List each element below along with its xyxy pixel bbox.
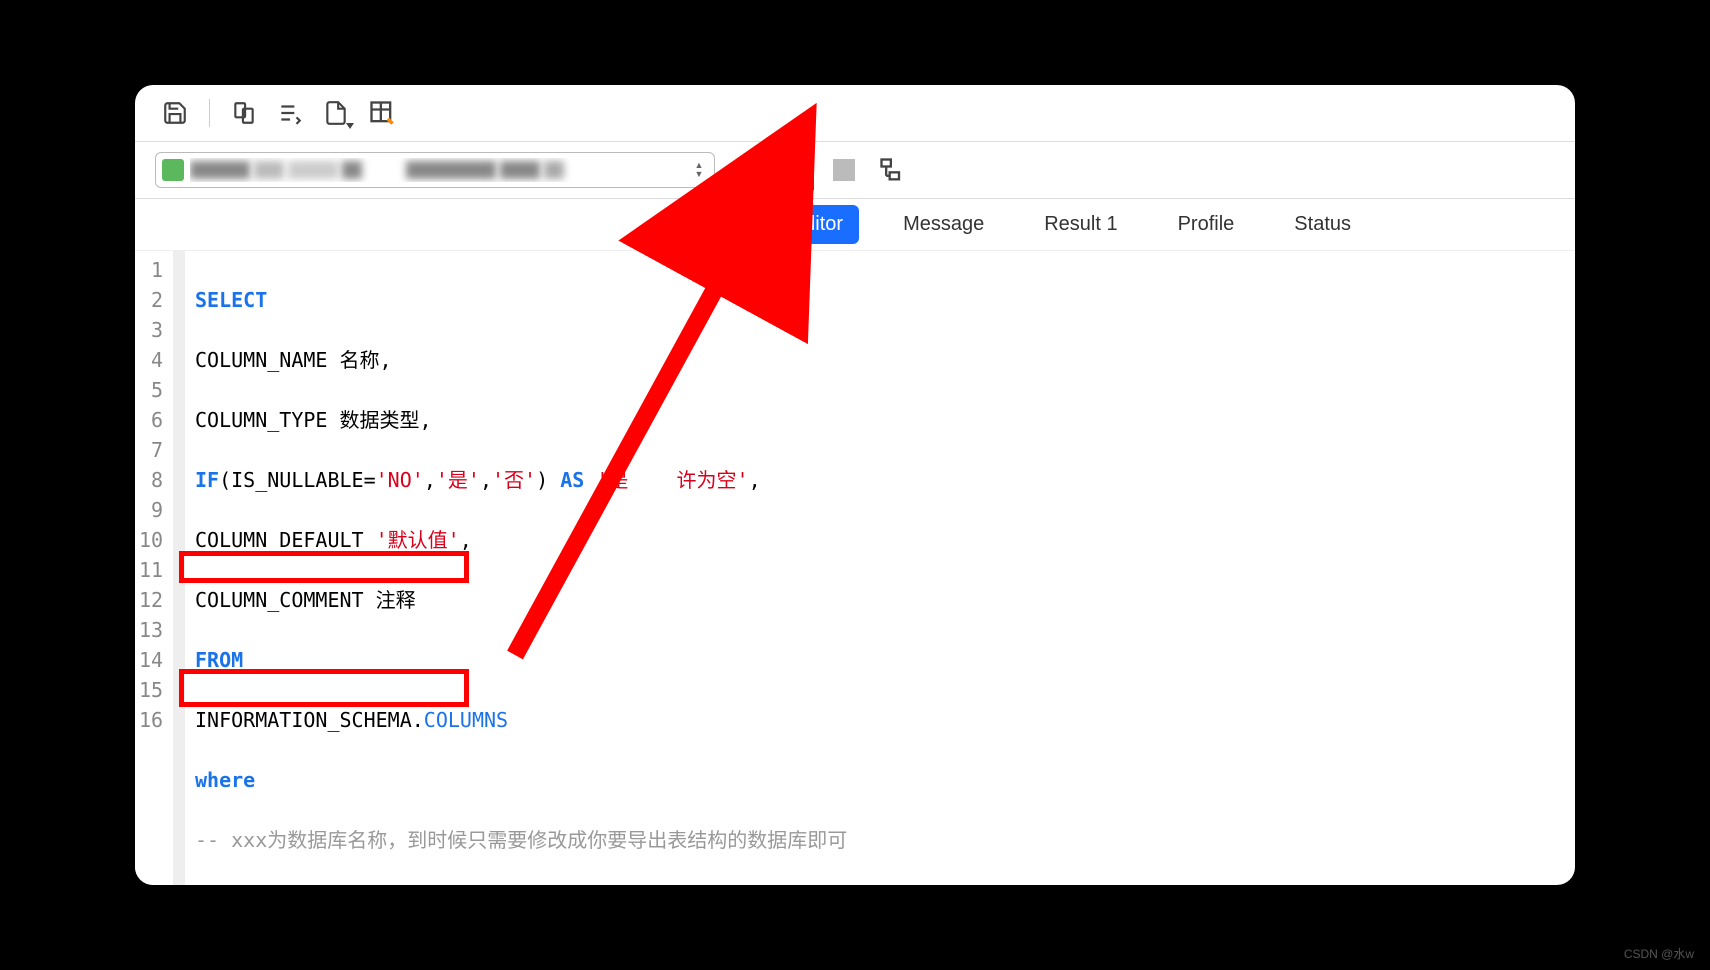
code-content[interactable]: SELECT COLUMN_NAME 名称, COLUMN_TYPE 数据类型,…	[185, 251, 1093, 885]
app-window: ▲▼ SQL Editor Message Result 1 Profile S…	[135, 85, 1575, 885]
stop-icon	[833, 159, 855, 181]
tab-profile[interactable]: Profile	[1162, 205, 1251, 244]
connection-toolbar: ▲▼	[135, 142, 1575, 199]
connection-name-blurred	[190, 158, 690, 182]
tab-sql-editor[interactable]: SQL Editor	[730, 205, 859, 244]
line-gutter: 1 2 3 4 5 6 7 8 9 10 11 12 13 14 15 16	[135, 251, 185, 885]
chevron-down-icon	[788, 171, 798, 179]
line-number: 5	[139, 375, 163, 405]
run-button[interactable]	[749, 150, 814, 190]
line-number: 13	[139, 615, 163, 645]
line-number: 15	[139, 675, 163, 705]
main-toolbar	[135, 85, 1575, 142]
explain-button[interactable]	[874, 152, 910, 188]
line-number: 3	[139, 315, 163, 345]
line-number: 6	[139, 405, 163, 435]
line-number: 9	[139, 495, 163, 525]
line-number: 12	[139, 585, 163, 615]
line-number: 14	[139, 645, 163, 675]
stop-button[interactable]	[826, 152, 862, 188]
table-export-button[interactable]	[364, 95, 400, 131]
watermark: CSDN @水w	[1624, 945, 1694, 962]
stepper-icon[interactable]: ▲▼	[690, 162, 708, 178]
line-number: 1	[139, 255, 163, 285]
play-icon	[765, 158, 785, 182]
tab-status[interactable]: Status	[1278, 205, 1367, 244]
line-number: 10	[139, 525, 163, 555]
tab-result-1[interactable]: Result 1	[1028, 205, 1133, 244]
line-number: 2	[139, 285, 163, 315]
format-button[interactable]	[272, 95, 308, 131]
code-editor[interactable]: 1 2 3 4 5 6 7 8 9 10 11 12 13 14 15 16 S…	[135, 251, 1575, 885]
line-number: 16	[139, 705, 163, 735]
line-number: 4	[139, 345, 163, 375]
copy-button[interactable]	[226, 95, 262, 131]
editor-tabs: SQL Editor Message Result 1 Profile Stat…	[135, 199, 1575, 251]
connection-icon	[162, 159, 184, 181]
highlight-box-schema	[179, 551, 469, 583]
line-number: 7	[139, 435, 163, 465]
tab-message[interactable]: Message	[887, 205, 1000, 244]
export-button[interactable]	[318, 95, 354, 131]
save-button[interactable]	[157, 95, 193, 131]
separator	[209, 99, 210, 127]
line-number: 8	[139, 465, 163, 495]
line-number: 11	[139, 555, 163, 585]
connection-selector[interactable]: ▲▼	[155, 152, 715, 188]
